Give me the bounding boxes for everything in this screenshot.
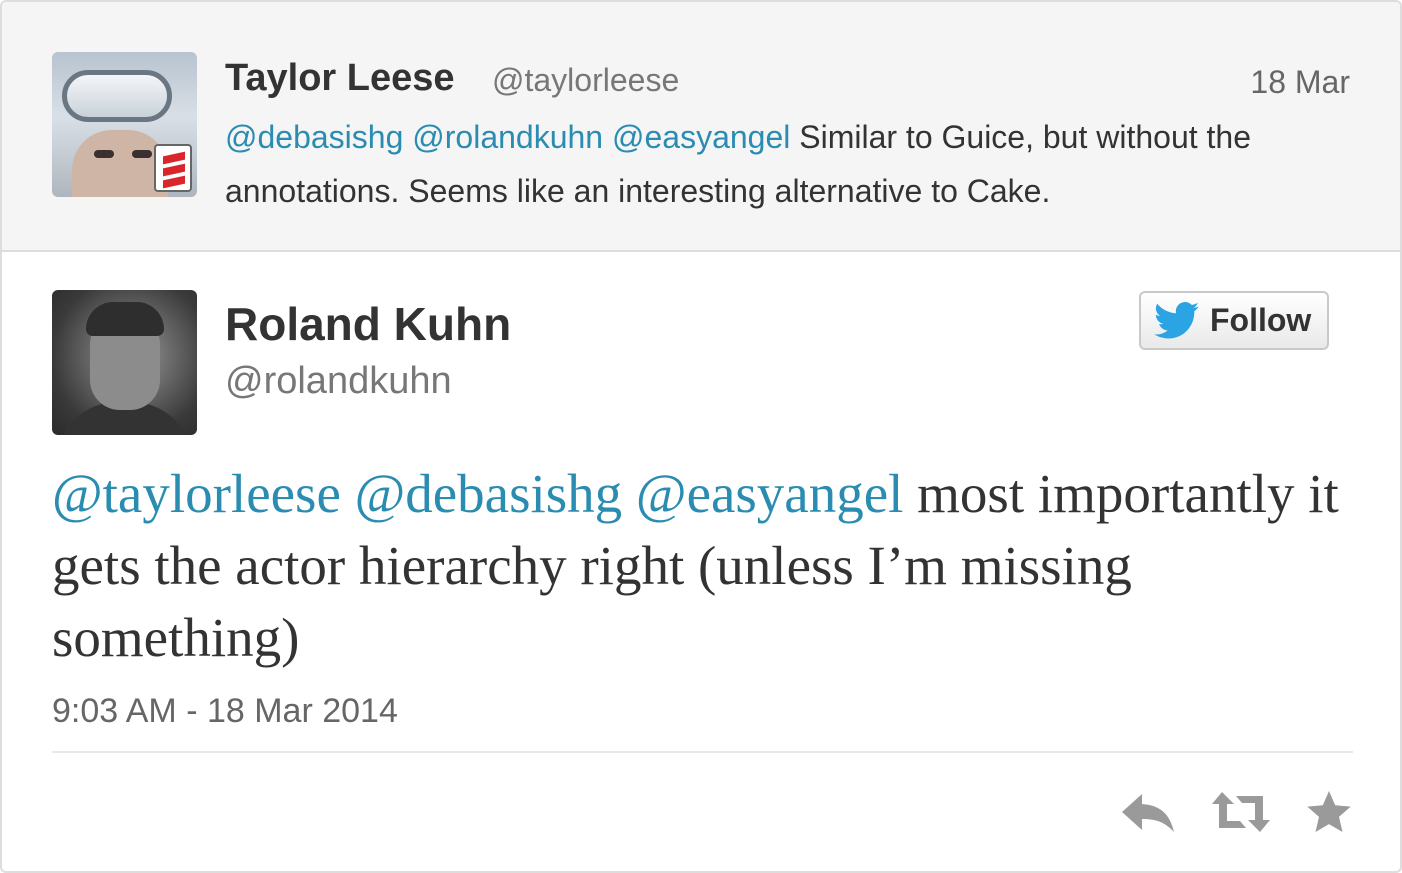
- mention-link[interactable]: @rolandkuhn: [412, 119, 603, 155]
- avatar-goggles: [62, 70, 172, 122]
- parent-tweet[interactable]: Taylor Leese @taylorleese 18 Mar @debasi…: [2, 2, 1400, 252]
- roland-kuhn-avatar[interactable]: [52, 290, 197, 435]
- divider: [52, 751, 1353, 753]
- reply-icon[interactable]: [1120, 790, 1176, 839]
- retweet-icon[interactable]: [1210, 790, 1272, 839]
- parent-tweet-date[interactable]: 18 Mar: [1250, 64, 1350, 101]
- mention-link[interactable]: @taylorleese: [52, 463, 341, 524]
- parent-author-handle[interactable]: @taylorleese: [492, 62, 679, 99]
- tweet-actions: [1120, 790, 1352, 839]
- mention-link[interactable]: @easyangel: [636, 463, 903, 524]
- mention-link[interactable]: @debasishg: [225, 119, 403, 155]
- parent-tweet-text: @debasishg @rolandkuhn @easyangel Simila…: [225, 110, 1345, 218]
- twitter-bird-icon: [1154, 301, 1200, 338]
- parent-author-name[interactable]: Taylor Leese: [225, 57, 455, 100]
- tweet-text: @taylorleese @debasishg @easyangel most …: [52, 458, 1352, 674]
- taylor-leese-avatar[interactable]: [52, 52, 197, 197]
- follow-button[interactable]: Follow: [1139, 291, 1329, 350]
- mention-link[interactable]: @easyangel: [612, 119, 790, 155]
- author-name[interactable]: Roland Kuhn: [225, 297, 511, 351]
- mention-link[interactable]: @debasishg: [355, 463, 623, 524]
- embedded-tweet-card: Taylor Leese @taylorleese 18 Mar @debasi…: [0, 0, 1402, 873]
- avatar-hair: [86, 302, 164, 336]
- author-handle[interactable]: @rolandkuhn: [225, 360, 452, 403]
- avatar-eye: [132, 150, 152, 158]
- avatar-eye: [94, 150, 114, 158]
- favorite-icon[interactable]: [1306, 790, 1352, 839]
- follow-button-label: Follow: [1210, 302, 1312, 338]
- tweet-timestamp[interactable]: 9:03 AM - 18 Mar 2014: [52, 692, 398, 731]
- scala-logo-badge: [154, 144, 192, 192]
